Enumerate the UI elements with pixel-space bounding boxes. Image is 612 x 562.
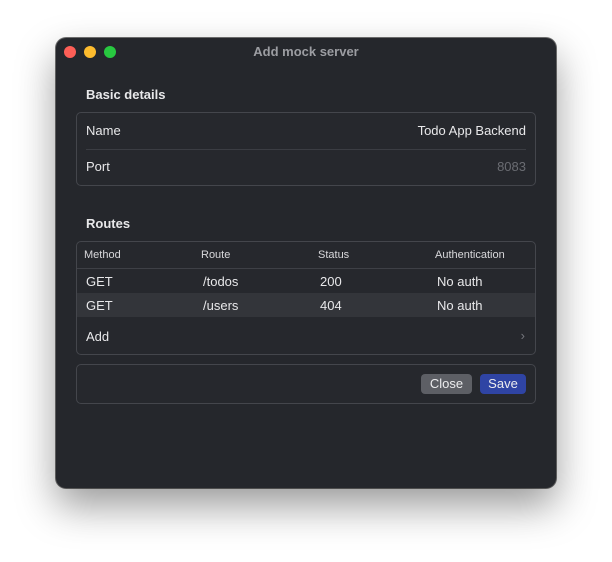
routes-heading: Routes <box>86 216 131 231</box>
close-button[interactable]: Close <box>421 374 472 394</box>
port-row: Port 8083 <box>77 149 535 185</box>
basic-details-heading: Basic details <box>86 87 166 102</box>
route-path-cell: /todos <box>203 274 239 289</box>
title-bar: Add mock server <box>56 38 556 66</box>
table-row[interactable]: GET /users 404 No auth <box>77 293 535 317</box>
column-header-route[interactable]: Route <box>201 249 230 261</box>
add-route-button[interactable]: Add › <box>77 319 535 353</box>
route-path-cell: /users <box>203 298 239 313</box>
column-header-method[interactable]: Method <box>84 249 121 261</box>
table-row[interactable]: GET /todos 200 No auth <box>77 269 535 293</box>
route-status-cell: 404 <box>320 298 342 313</box>
route-status-cell: 200 <box>320 274 342 289</box>
column-header-authentication[interactable]: Authentication <box>435 249 505 261</box>
name-row: Name Todo App Backend <box>77 113 535 149</box>
route-auth-cell: No auth <box>437 274 483 289</box>
name-field[interactable]: Todo App Backend <box>418 123 526 138</box>
route-method-cell: GET <box>86 274 113 289</box>
routes-table-header: Method Route Status Authentication <box>77 242 535 269</box>
routes-table: Method Route Status Authentication GET /… <box>76 241 536 355</box>
port-label: Port <box>86 159 110 174</box>
port-field[interactable]: 8083 <box>497 159 526 174</box>
column-header-status[interactable]: Status <box>318 249 349 261</box>
action-bar: Close Save <box>76 364 536 404</box>
basic-details-panel: Name Todo App Backend Port 8083 <box>76 112 536 186</box>
chevron-right-icon: › <box>520 328 525 343</box>
window-title: Add mock server <box>253 44 359 59</box>
route-auth-cell: No auth <box>437 298 483 313</box>
route-method-cell: GET <box>86 298 113 313</box>
add-mock-server-window: Add mock server Basic details Name Todo … <box>56 38 556 488</box>
add-route-label: Add <box>86 329 110 344</box>
save-button[interactable]: Save <box>480 374 526 394</box>
name-label: Name <box>86 123 121 138</box>
